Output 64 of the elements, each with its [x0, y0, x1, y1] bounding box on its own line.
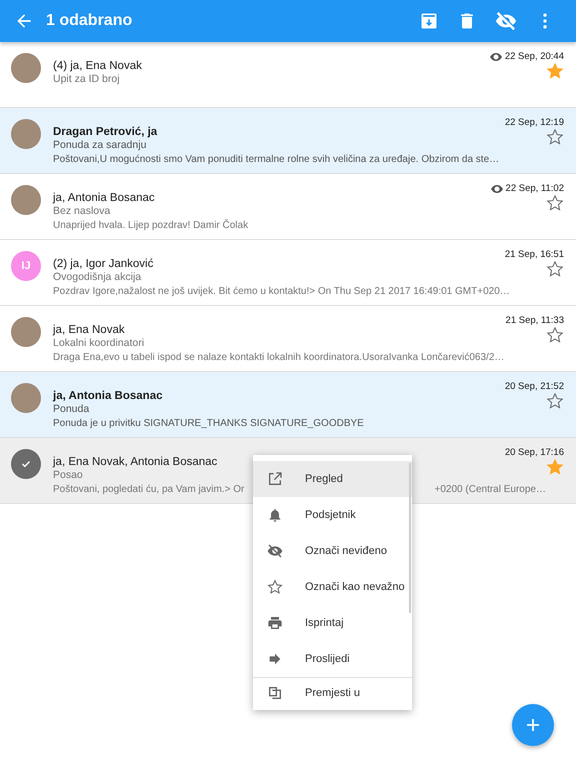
archive-icon[interactable] [419, 11, 439, 31]
message-preview: Unaprijed hvala. Lijep pozdrav! Damir Čolak [53, 220, 248, 231]
message-row[interactable]: ja, Antonia Bosanac 20 Sep, 21:52 Ponuda Ponuda je u privitku SIGNATURE_THANKS SIGNATURE_GOODBYE [0, 372, 576, 438]
message-preview: Pozdrav Igore,nažalost ne još uvijek. Bit ćemo u kontaktu!> On Thu Sep 21 2017 16:49:01 GMT+020… [53, 286, 510, 297]
star-outline-icon[interactable] [546, 194, 564, 212]
message-preview: Draga Ena,evo u tabeli ispod se nalaze kontakti lokalnih koordinatora.UsoraIvanka Lončarević063/2… [53, 352, 504, 363]
message-row[interactable]: IJ (2) ja, Igor Janković 21 Sep, 16:51 Ovogodišnja akcija Pozdrav Igore,nažalost ne još uvijek. Bit ćemo u kontaktu!> On Thu Sep 21 2017 16:49:01 GMT+020… [0, 240, 576, 306]
message-row[interactable]: Dragan Petrović, ja 22 Sep, 12:19 Ponuda za saradnju Poštovani,U mogućnosti smo Vam ponuditi termalne rolne svih veličina za uređaje. Obzirom da ste… [0, 108, 576, 174]
menu-item[interactable]: Proslijedi [253, 641, 412, 677]
participants: ja, Ena Novak [53, 324, 125, 336]
star-outline-icon[interactable] [546, 128, 564, 146]
menu-item[interactable]: Pregled [253, 461, 412, 497]
message-preview: Poštovani,U mogućnosti smo Vam ponuditi termalne rolne svih veličina za uređaje. Obzirom da ste… [53, 154, 500, 165]
selection-count-title: 1 odabrano [46, 12, 132, 30]
compose-fab[interactable] [512, 704, 554, 746]
printer-icon [267, 615, 283, 631]
filled-star-icon[interactable] [546, 458, 564, 476]
avatar-photo-placeholder [11, 383, 41, 413]
star-outline-icon[interactable] [546, 260, 564, 278]
message-date: 22 Sep, 11:02 [506, 183, 564, 194]
bell-icon [267, 507, 283, 523]
message-subject: Posao [53, 469, 83, 481]
right-arrow-icon [267, 651, 283, 667]
message-subject: Bez naslova [53, 205, 110, 217]
participants: ja, Ena Novak, Antonia Bosanac [53, 456, 218, 468]
message-subject: Lokalni koordinatori [53, 337, 144, 349]
message-subject: Upit za ID broj [53, 73, 120, 85]
participants: ja, Antonia Bosanac [53, 390, 162, 402]
participants: Dragan Petrović, ja [53, 126, 158, 138]
star-outline-icon[interactable] [546, 326, 564, 344]
message-date: 21 Sep, 11:33 [506, 315, 564, 326]
menu-item[interactable]: Premjesti u [253, 677, 412, 708]
menu-item[interactable]: Označi kao nevažno [253, 569, 412, 605]
message-date: 22 Sep, 20:44 [504, 51, 564, 62]
star-outline-icon[interactable] [546, 392, 564, 410]
selected-check-icon[interactable] [11, 449, 41, 479]
participants: (2) ja, Igor Janković [53, 258, 154, 270]
message-date: 21 Sep, 16:51 [504, 249, 564, 260]
plus-icon [524, 716, 542, 734]
message-subject: Ponuda za saradnju [53, 139, 146, 151]
menu-item[interactable]: Označi neviđeno [253, 533, 412, 569]
message-preview: Poštovani, pogledati ću, pa Vam javim.> Or [53, 484, 244, 495]
message-subject: Ponuda [53, 403, 90, 415]
avatar-photo-placeholder [11, 53, 41, 83]
filled-star-icon[interactable] [546, 62, 564, 80]
star-outline-icon [267, 579, 283, 595]
open-external-icon [267, 471, 283, 487]
initials-avatar: IJ [11, 251, 41, 281]
menu-item[interactable]: Isprintaj [253, 605, 412, 641]
avatar-photo-placeholder [11, 119, 41, 149]
avatar-photo-placeholder [11, 185, 41, 215]
eye-slash-icon [267, 543, 283, 559]
message-date: 22 Sep, 12:19 [504, 117, 564, 128]
message-subject: Ovogodišnja akcija [53, 271, 142, 283]
message-date: 20 Sep, 21:52 [504, 381, 564, 392]
message-preview: Ponuda je u privitku SIGNATURE_THANKS SIGNATURE_GOODBYE [53, 418, 364, 429]
message-row[interactable]: ja, Antonia Bosanac 22 Sep, 11:02 Bez naslova Unaprijed hvala. Lijep pozdrav! Damir Čolak [0, 174, 576, 240]
avatar-photo-placeholder [11, 317, 41, 347]
folder-move-icon [267, 685, 283, 701]
participants: (4) ja, Ena Novak [53, 60, 142, 72]
participants: ja, Antonia Bosanac [53, 192, 155, 204]
message-date: 20 Sep, 17:16 [504, 447, 564, 458]
message-preview: +0200 (Central Europe… [434, 484, 546, 495]
eye-slash-icon[interactable] [495, 10, 517, 32]
